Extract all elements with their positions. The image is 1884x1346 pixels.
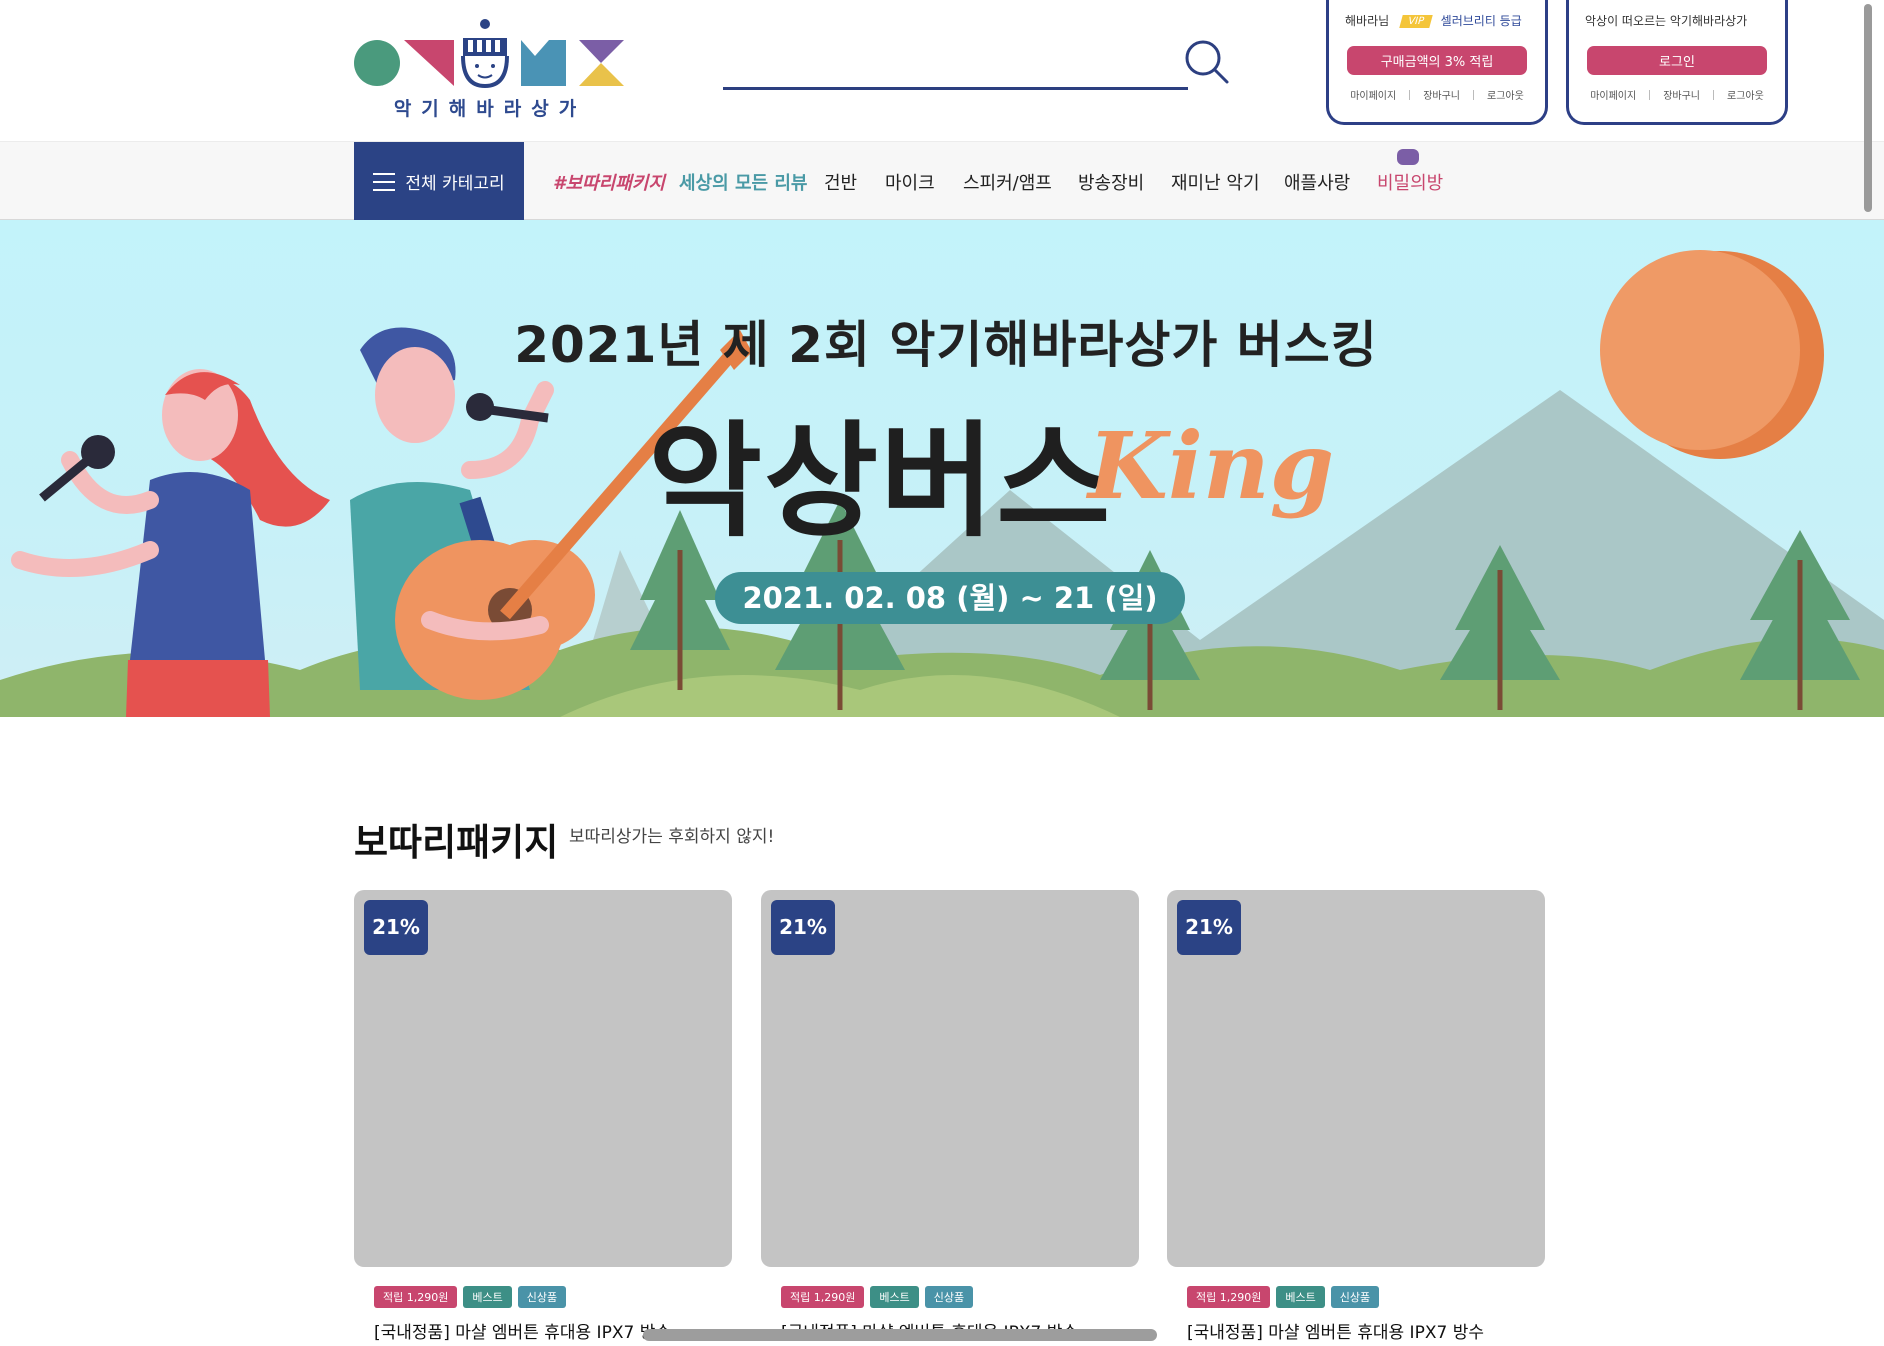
section-subtitle: 보따리상가는 후회하지 않지! [569,827,775,847]
member-grade: 셀러브리티 등급 [1440,14,1522,28]
mypage-link[interactable]: 마이페이지 [1590,87,1636,102]
search-box [723,38,1231,96]
discount-badge: 21% [771,900,835,955]
hero-banner[interactable]: 2021년 제 2회 악기해바라상가 버스킹 악상버스 King 2021. 0… [0,220,1884,717]
key-icon [1397,149,1419,165]
new-tag: 신상품 [924,1286,974,1308]
logout-link[interactable]: 로그아웃 [1487,87,1524,102]
product-tags: 적립 1,290원 베스트 신상품 [374,1286,567,1308]
banner-title-accent: King [1088,412,1335,520]
login-button[interactable]: 로그인 [1587,46,1767,75]
banner-subtitle: 2021년 제 2회 악기해바라상가 버스킹 [514,316,1378,374]
divider [1649,89,1651,100]
divider [1409,89,1411,100]
guest-card: 악상이 떠오르는 악기해바라상가 로그인 마이페이지 장바구니 로그아웃 [1566,0,1788,125]
guest-links: 마이페이지 장바구니 로그아웃 [1569,87,1785,102]
divider [1473,89,1474,100]
section-title: 보따리패키지 [354,821,559,864]
member-card: 해바라님 VIP 셀러브리티 등급 구매금액의 3% 적립 마이페이지 장바구니… [1326,0,1548,125]
nav-item-keyboard[interactable]: 건반 [824,169,857,195]
member-links: 마이페이지 장바구니 로그아웃 [1329,87,1545,102]
nav-item-broadcast[interactable]: 방송장비 [1078,169,1144,195]
vip-badge: VIP [1399,15,1433,28]
guest-greeting: 악상이 떠오르는 악기해바라상가 [1585,14,1748,28]
header: 악기해바라상가 해바라님 VIP 셀러브리티 등급 구매금액의 3% 적립 마이… [0,0,1884,141]
mypage-link[interactable]: 마이페이지 [1350,87,1396,102]
new-tag: 신상품 [517,1286,567,1308]
nav-item-secret[interactable]: 비밀의방 [1377,169,1443,195]
points-button[interactable]: 구매금액의 3% 적립 [1347,46,1527,75]
logo-mark [354,19,624,89]
best-tag: 베스트 [463,1286,512,1308]
hamburger-icon [373,172,396,191]
vertical-scrollbar[interactable] [1861,0,1875,216]
banner-title: 악상버스 [648,410,1113,554]
points-tag: 적립 1,290원 [374,1286,458,1308]
discount-badge: 21% [364,900,428,955]
nav-item-reviews[interactable]: 세상의 모든 리뷰 [679,169,807,195]
all-categories-label: 전체 카테고리 [405,174,505,194]
horizontal-scrollbar[interactable] [643,1329,1157,1341]
nav-item-apple[interactable]: 애플사랑 [1284,169,1350,195]
product-name[interactable]: [국내정품] 마샬 엠버튼 휴대용 IPX7 방수 [374,1318,671,1343]
logo-text: 악기해바라상가 [393,98,587,120]
search-button[interactable] [1183,38,1231,86]
all-categories-button[interactable]: 전체 카테고리 [354,142,524,221]
best-tag: 베스트 [870,1286,919,1308]
member-greeting: 해바라님 VIP 셀러브리티 등급 [1345,12,1522,29]
cart-link[interactable]: 장바구니 [1423,87,1460,102]
banner-date: 2021. 02. 08 (월) ~ 21 (일) [715,572,1185,624]
product-tags: 적립 1,290원 베스트 신상품 [781,1286,974,1308]
cart-link[interactable]: 장바구니 [1663,87,1700,102]
points-tag: 적립 1,290원 [781,1286,865,1308]
search-icon [1185,40,1229,84]
nav-item-speaker[interactable]: 스피커/앰프 [963,169,1052,195]
nav-item-fun[interactable]: 재미난 악기 [1171,169,1260,195]
nav-item-mic[interactable]: 마이크 [885,169,935,195]
best-tag: 베스트 [1276,1286,1325,1308]
discount-badge: 21% [1177,900,1241,955]
divider [1713,89,1714,100]
search-input[interactable] [723,46,1188,90]
member-name: 해바라님 [1345,14,1390,28]
main-nav: 전체 카테고리 #보따리패키지 세상의 모든 리뷰 건반 마이크 스피커/앰프 … [0,141,1884,221]
site-logo[interactable]: 악기해바라상가 [354,18,626,122]
nav-item-package[interactable]: #보따리패키지 [553,169,665,195]
points-tag: 적립 1,290원 [1187,1286,1271,1308]
product-tags: 적립 1,290원 베스트 신상품 [1187,1286,1380,1308]
scrollbar-thumb[interactable] [1864,4,1872,212]
product-name[interactable]: [국내정품] 마샬 엠버튼 휴대용 IPX7 방수 [1187,1318,1484,1343]
new-tag: 신상품 [1330,1286,1380,1308]
logout-link[interactable]: 로그아웃 [1727,87,1764,102]
